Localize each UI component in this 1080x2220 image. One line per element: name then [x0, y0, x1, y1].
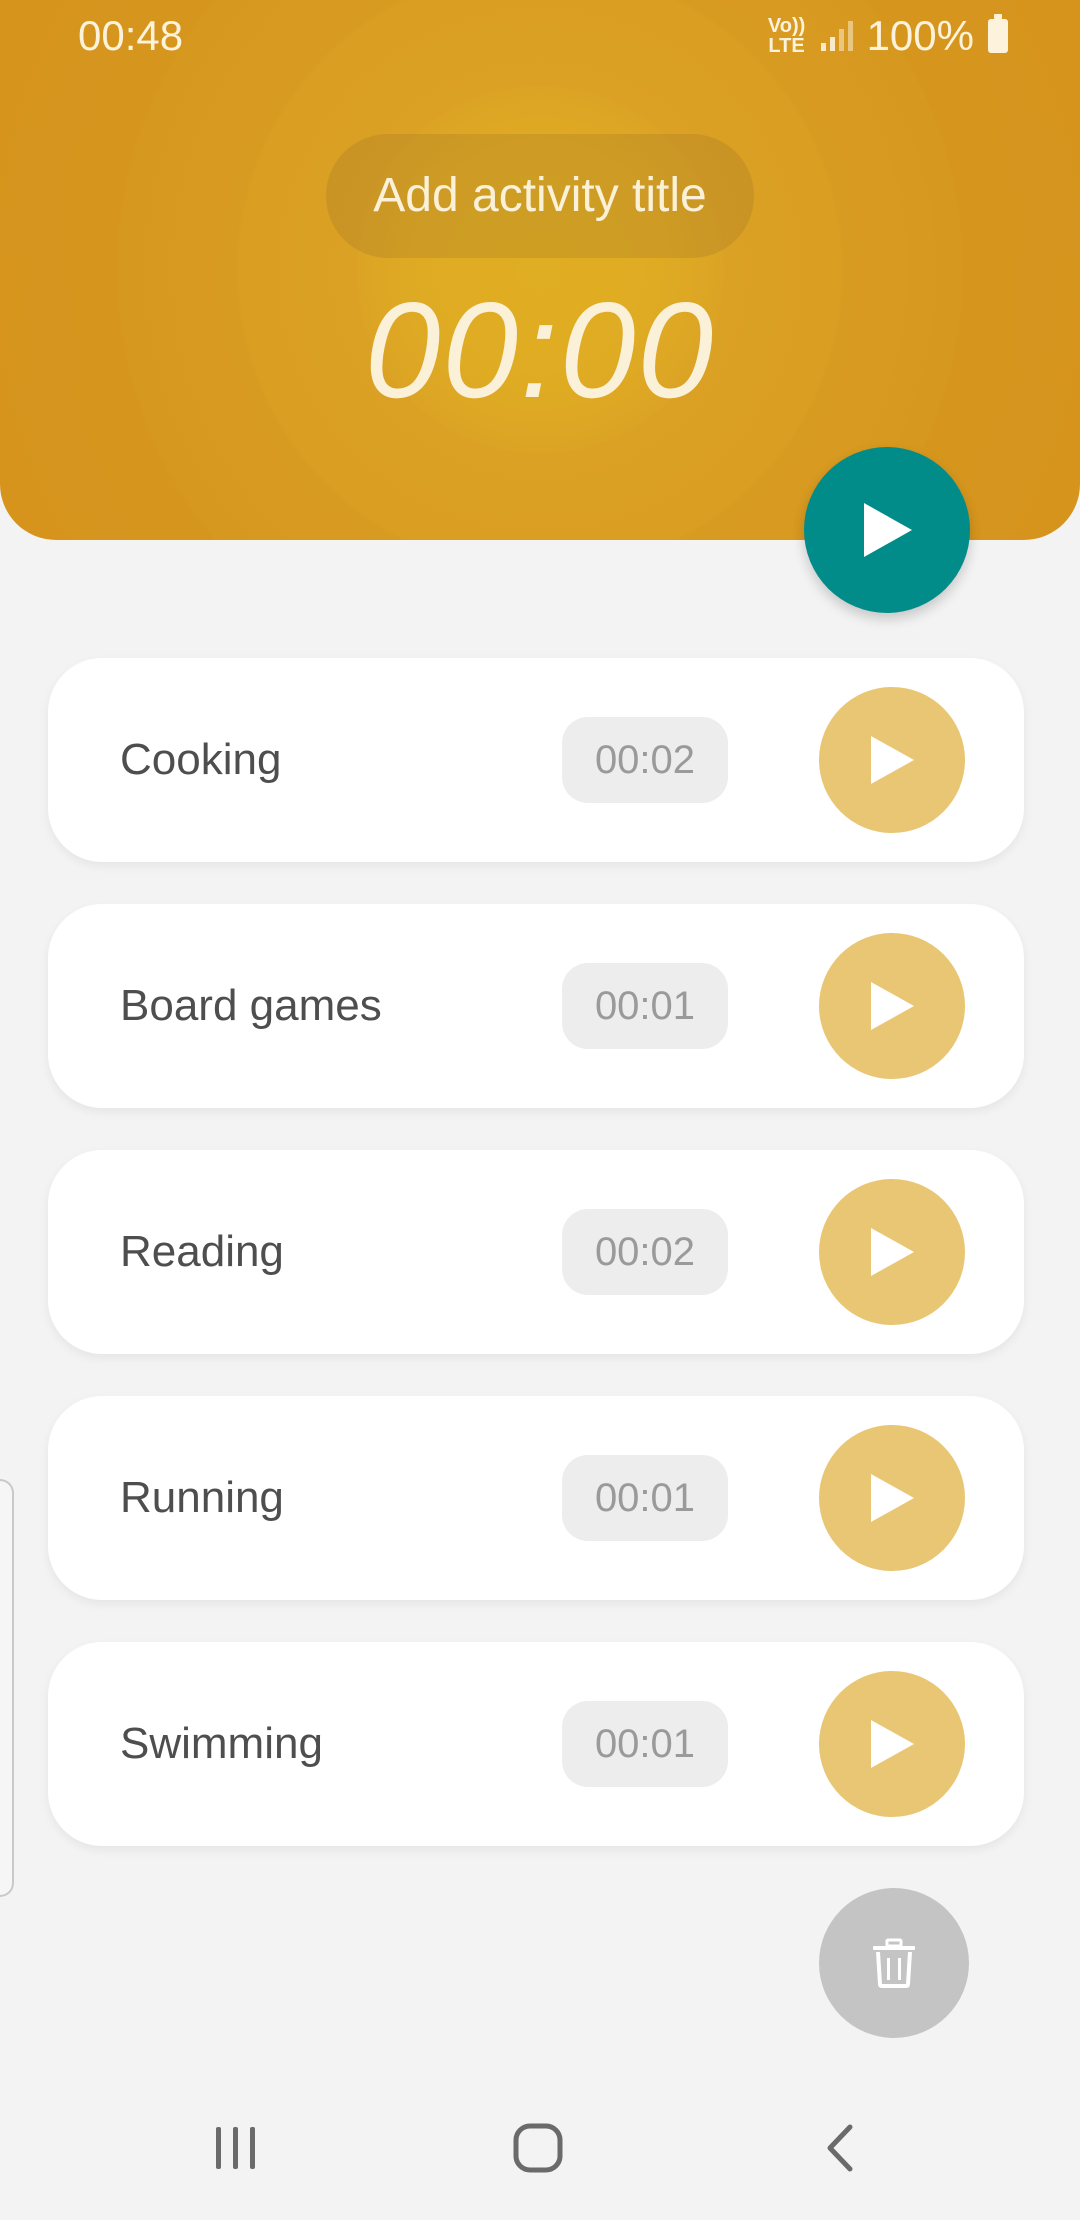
- lte-label: LTE: [768, 35, 805, 57]
- navigation-bar: [0, 2076, 1080, 2220]
- activity-duration: 00:01: [562, 1455, 728, 1541]
- activity-name: Reading: [120, 1227, 284, 1276]
- screen: 00:48 Vo)) LTE 100% Add activity title 0…: [0, 0, 1080, 2220]
- activity-card[interactable]: Reading 00:02: [48, 1150, 1024, 1354]
- volte-label: Vo)): [767, 15, 806, 37]
- activity-name: Board games: [120, 981, 382, 1030]
- activity-card[interactable]: Swimming 00:01: [48, 1642, 1024, 1846]
- edge-panel-handle[interactable]: [0, 1479, 14, 1897]
- play-icon: [871, 736, 914, 784]
- play-icon: [871, 1228, 914, 1276]
- play-icon: [871, 982, 914, 1030]
- activity-play-button[interactable]: [819, 1671, 965, 1817]
- play-icon: [871, 1720, 914, 1768]
- activity-duration: 00:02: [562, 717, 728, 803]
- home-icon: [513, 2123, 563, 2173]
- activity-list: Cooking 00:02 Board games 00:01 Reading 00:02…: [48, 658, 1024, 1888]
- activity-name: Running: [120, 1473, 284, 1522]
- status-icons: Vo)) LTE 100%: [767, 12, 1008, 60]
- activity-card[interactable]: Board games 00:01: [48, 904, 1024, 1108]
- battery-icon: [988, 14, 1008, 53]
- activity-name: Cooking: [120, 735, 282, 784]
- activity-duration: 00:01: [562, 963, 728, 1049]
- activity-play-button[interactable]: [819, 1179, 965, 1325]
- recent-apps-icon: [216, 2127, 255, 2169]
- activity-card[interactable]: Cooking 00:02: [48, 658, 1024, 862]
- start-timer-button[interactable]: [804, 447, 970, 613]
- main-timer: 00:00: [364, 274, 716, 426]
- signal-icon: [820, 21, 853, 51]
- status-bar: 00:48 Vo)) LTE 100%: [0, 0, 1080, 72]
- activity-play-button[interactable]: [819, 1425, 965, 1571]
- play-icon: [864, 503, 912, 557]
- delete-button[interactable]: [819, 1888, 969, 2038]
- trash-icon: [873, 1938, 915, 1988]
- volte-icon: Vo)) LTE: [767, 16, 807, 56]
- activity-title-input[interactable]: Add activity title: [326, 134, 754, 258]
- back-icon: [827, 2124, 853, 2172]
- activity-card[interactable]: Running 00:01: [48, 1396, 1024, 1600]
- play-icon: [871, 1474, 914, 1522]
- activity-duration: 00:01: [562, 1701, 728, 1787]
- recent-apps-button[interactable]: [156, 2076, 316, 2220]
- home-button[interactable]: [458, 2076, 618, 2220]
- activity-play-button[interactable]: [819, 687, 965, 833]
- activity-play-button[interactable]: [819, 933, 965, 1079]
- activity-duration: 00:02: [562, 1209, 728, 1295]
- status-time: 00:48: [78, 12, 184, 59]
- activity-name: Swimming: [120, 1719, 323, 1768]
- back-button[interactable]: [760, 2076, 920, 2220]
- battery-percent: 100%: [866, 12, 974, 59]
